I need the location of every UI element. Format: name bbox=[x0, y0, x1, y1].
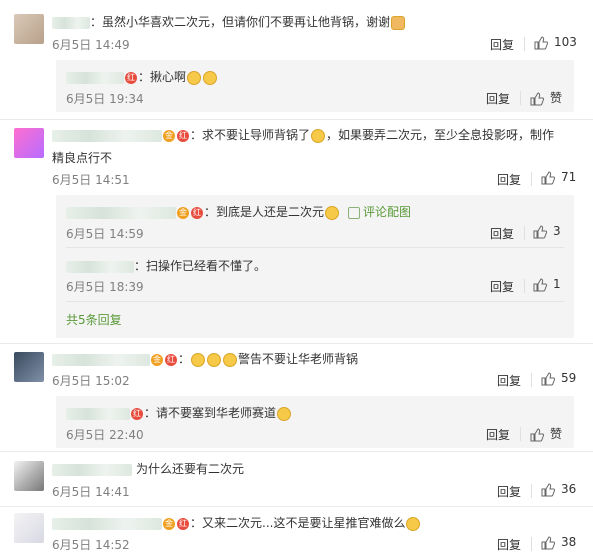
reply-text: ：到底是人还是二次元 bbox=[204, 205, 325, 219]
username[interactable] bbox=[66, 71, 124, 84]
gold-badge-icon: 金 bbox=[177, 206, 189, 219]
reply-button[interactable]: 回复 bbox=[497, 536, 521, 553]
like-count: 103 bbox=[554, 35, 577, 49]
gold-badge-icon: 金 bbox=[163, 517, 175, 530]
username[interactable] bbox=[52, 517, 162, 530]
smile-emoji-icon bbox=[406, 516, 421, 531]
reply-button[interactable]: 回复 bbox=[497, 171, 521, 188]
reply-button[interactable]: 回复 bbox=[486, 90, 510, 107]
like-count: 赞 bbox=[550, 427, 563, 441]
timestamp: 6月5日 15:02 bbox=[52, 374, 130, 388]
avatar[interactable] bbox=[14, 128, 44, 158]
avatar[interactable] bbox=[14, 461, 44, 491]
like-button[interactable]: 赞 bbox=[530, 425, 562, 442]
cool-emoji-icon bbox=[223, 352, 238, 367]
username[interactable] bbox=[52, 16, 90, 29]
like-count: 71 bbox=[561, 170, 577, 184]
avatar[interactable] bbox=[14, 14, 44, 44]
timestamp: 6月5日 14:51 bbox=[52, 173, 130, 187]
red-badge-icon: 红 bbox=[177, 517, 189, 530]
thumb-up-icon bbox=[530, 427, 544, 441]
red-badge-icon: 红 bbox=[125, 71, 137, 84]
cool-emoji-icon bbox=[191, 352, 206, 367]
like-button[interactable]: 1 bbox=[533, 277, 561, 292]
image-icon bbox=[348, 206, 361, 219]
timestamp: 6月5日 22:40 bbox=[66, 428, 144, 442]
like-button[interactable]: 59 bbox=[541, 371, 576, 386]
thumb-up-icon bbox=[541, 371, 555, 385]
red-badge-icon: 红 bbox=[191, 206, 203, 219]
like-count: 59 bbox=[561, 371, 577, 385]
laugh-cry-emoji-icon bbox=[203, 70, 218, 85]
gold-badge-icon: 金 bbox=[151, 353, 163, 366]
like-count: 38 bbox=[561, 535, 577, 549]
red-badge-icon: 红 bbox=[131, 407, 143, 420]
reply-text: ：扫操作已经看不懂了。 bbox=[134, 259, 267, 273]
username[interactable] bbox=[66, 206, 176, 219]
timestamp: 6月5日 18:39 bbox=[66, 280, 144, 294]
reply-button[interactable]: 回复 bbox=[486, 426, 510, 443]
gold-badge-icon: 金 bbox=[163, 129, 175, 142]
timestamp: 6月5日 14:52 bbox=[52, 538, 130, 552]
view-more-replies-link[interactable]: 共5条回复 bbox=[66, 311, 122, 328]
comment-image-link[interactable]: 评论配图 bbox=[363, 205, 411, 219]
timestamp: 6月5日 14:41 bbox=[52, 485, 130, 499]
comment-text: ：求不要让导师背锅了 bbox=[190, 128, 311, 142]
cool-emoji-icon bbox=[325, 205, 340, 220]
thumb-up-icon bbox=[541, 170, 555, 184]
like-count: 3 bbox=[553, 224, 561, 238]
comment-text: ：虽然小华喜欢二次元，但请你们不要再让他背锅，谢谢 bbox=[90, 15, 391, 29]
username[interactable] bbox=[52, 463, 132, 476]
username[interactable] bbox=[66, 407, 130, 420]
username[interactable] bbox=[52, 129, 162, 142]
reply-button[interactable]: 回复 bbox=[490, 278, 514, 295]
like-button[interactable]: 3 bbox=[533, 224, 561, 239]
comment-text-line2: 精良点行不 bbox=[52, 151, 113, 165]
red-badge-icon: 红 bbox=[177, 129, 189, 142]
red-badge-icon: 红 bbox=[165, 353, 177, 366]
thumb-up-icon bbox=[534, 35, 548, 49]
username[interactable] bbox=[66, 260, 134, 273]
thumb-up-icon bbox=[533, 277, 547, 291]
timestamp: 6月5日 19:34 bbox=[66, 92, 144, 106]
comment-text: 警告不要让华老师背锅 bbox=[238, 352, 359, 366]
reply-box: 红：揪心啊 6月5日 19:34 回复 赞 bbox=[56, 60, 574, 112]
comment-text-cont: ，如果要弄二次元，至少全息投影呀，制作 bbox=[326, 128, 555, 142]
thumb-up-icon bbox=[541, 482, 555, 496]
comment-text: ：又来二次元...这不是要让星推官难做么 bbox=[190, 516, 406, 530]
thumb-up-icon bbox=[533, 224, 547, 238]
like-count: 36 bbox=[561, 482, 577, 496]
reply-button[interactable]: 回复 bbox=[490, 225, 514, 242]
cool-emoji-icon bbox=[207, 352, 222, 367]
like-button[interactable]: 71 bbox=[541, 170, 576, 185]
reply-box: 红：请不要塞到华老师赛道 6月5日 22:40 回复 赞 bbox=[56, 396, 574, 448]
thumb-up-icon bbox=[541, 535, 555, 549]
like-count: 1 bbox=[553, 277, 561, 291]
like-button[interactable]: 赞 bbox=[530, 89, 562, 106]
laugh-cry-emoji-icon bbox=[311, 128, 326, 143]
reply-text: ：揪心啊 bbox=[138, 70, 187, 84]
reply-button[interactable]: 回复 bbox=[497, 483, 521, 500]
like-button[interactable]: 103 bbox=[534, 35, 577, 50]
like-button[interactable]: 38 bbox=[541, 535, 576, 550]
avatar[interactable] bbox=[14, 513, 44, 543]
username[interactable] bbox=[52, 353, 150, 366]
avatar[interactable] bbox=[14, 352, 44, 382]
thumb-up-icon bbox=[530, 91, 544, 105]
like-count: 赞 bbox=[550, 91, 563, 105]
reply-button[interactable]: 回复 bbox=[490, 36, 514, 53]
timestamp: 6月5日 14:49 bbox=[52, 38, 130, 52]
laugh-cry-emoji-icon bbox=[187, 70, 202, 85]
like-button[interactable]: 36 bbox=[541, 482, 576, 497]
reply-button[interactable]: 回复 bbox=[497, 372, 521, 389]
timestamp: 6月5日 14:59 bbox=[66, 227, 144, 241]
smile-emoji-icon bbox=[277, 406, 292, 421]
reply-text: ：请不要塞到华老师赛道 bbox=[144, 406, 277, 420]
pray-emoji-icon bbox=[391, 15, 406, 30]
comment-text: 为什么还要有二次元 bbox=[136, 462, 245, 476]
reply-box: 金红：到底是人还是二次元 评论配图 6月5日 14:59 回复 3 ：扫操作已经看… bbox=[56, 195, 574, 338]
